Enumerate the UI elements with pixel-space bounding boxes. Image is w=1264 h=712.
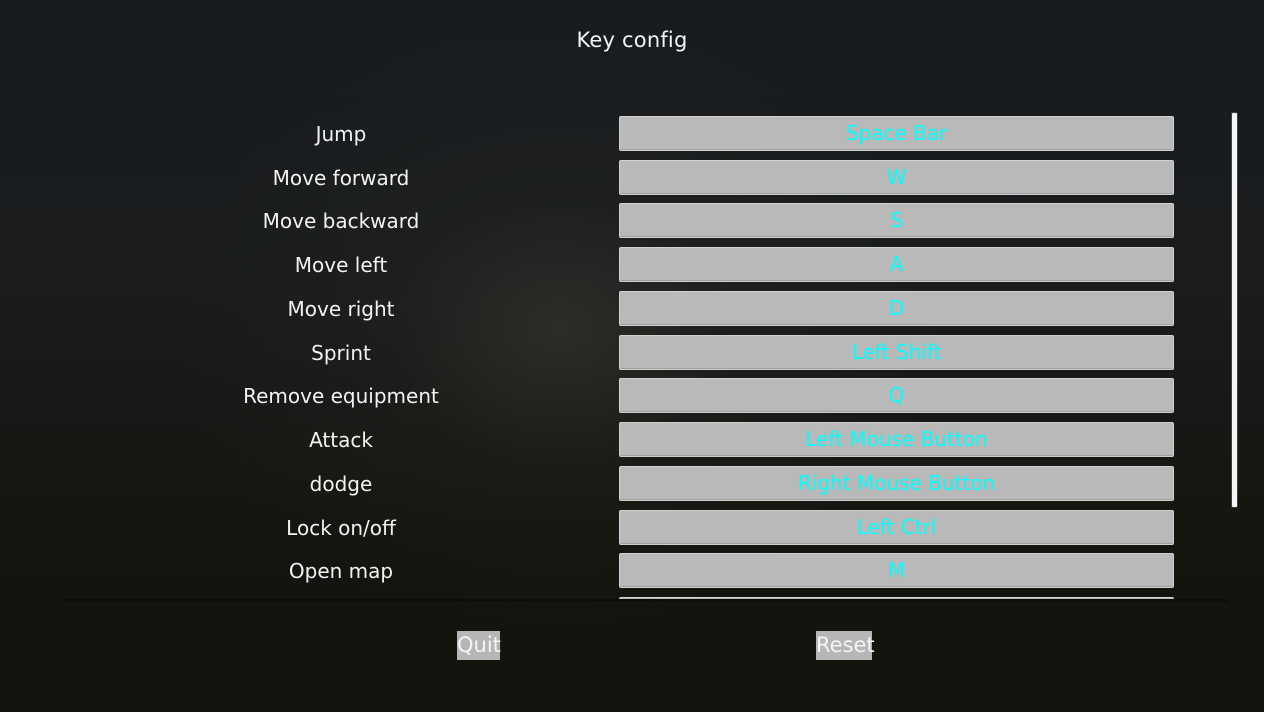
action-label: Remove equipment: [243, 384, 439, 408]
page-title: Key config: [576, 28, 688, 52]
key-binding-list: Jump Space Bar Move forward W Move backw…: [64, 100, 1228, 601]
binding-row-lock-on: Lock on/off Left Ctrl: [64, 510, 1228, 546]
action-label: Attack: [309, 428, 373, 452]
action-label: Sprint: [311, 341, 371, 365]
key-button-move-right[interactable]: D: [619, 291, 1174, 326]
action-label: dodge: [309, 472, 373, 496]
key-button-jump[interactable]: Space Bar: [619, 116, 1174, 151]
binding-row-move-backward: Move backward S: [64, 203, 1228, 239]
key-button-sprint[interactable]: Left Shift: [619, 335, 1174, 370]
binding-row-dodge: dodge Right Mouse Button: [64, 466, 1228, 502]
key-button-dodge[interactable]: Right Mouse Button: [619, 466, 1174, 501]
quit-button[interactable]: Quit: [457, 631, 501, 660]
action-label: Move forward: [272, 166, 410, 190]
key-button-attack[interactable]: Left Mouse Button: [619, 422, 1174, 457]
binding-row-move-right: Move right D: [64, 291, 1228, 327]
binding-row-jump: Jump Space Bar: [64, 116, 1228, 152]
action-label: Open map: [288, 559, 394, 583]
key-button-remove-equipment[interactable]: Q: [619, 378, 1174, 413]
key-button-move-forward[interactable]: W: [619, 160, 1174, 195]
action-label: Move left: [294, 253, 388, 277]
binding-row-remove-equipment: Remove equipment Q: [64, 378, 1228, 414]
key-button-lock-on[interactable]: Left Ctrl: [619, 510, 1174, 545]
action-label: Lock on/off: [286, 516, 396, 540]
action-label: Jump: [315, 122, 367, 146]
key-button-move-backward[interactable]: S: [619, 203, 1174, 238]
action-label: Move backward: [262, 209, 420, 233]
action-label: Move right: [287, 297, 395, 321]
list-divider: [64, 599, 1228, 602]
binding-row-attack: Attack Left Mouse Button: [64, 422, 1228, 458]
binding-row-move-left: Move left A: [64, 247, 1228, 283]
binding-row-move-forward: Move forward W: [64, 160, 1228, 196]
binding-row-sprint: Sprint Left Shift: [64, 335, 1228, 371]
scrollbar[interactable]: [1232, 113, 1237, 507]
key-button-open-map[interactable]: M: [619, 553, 1174, 588]
key-button-move-left[interactable]: A: [619, 247, 1174, 282]
binding-row-open-map: Open map M: [64, 553, 1228, 589]
reset-button[interactable]: Reset: [816, 631, 875, 660]
